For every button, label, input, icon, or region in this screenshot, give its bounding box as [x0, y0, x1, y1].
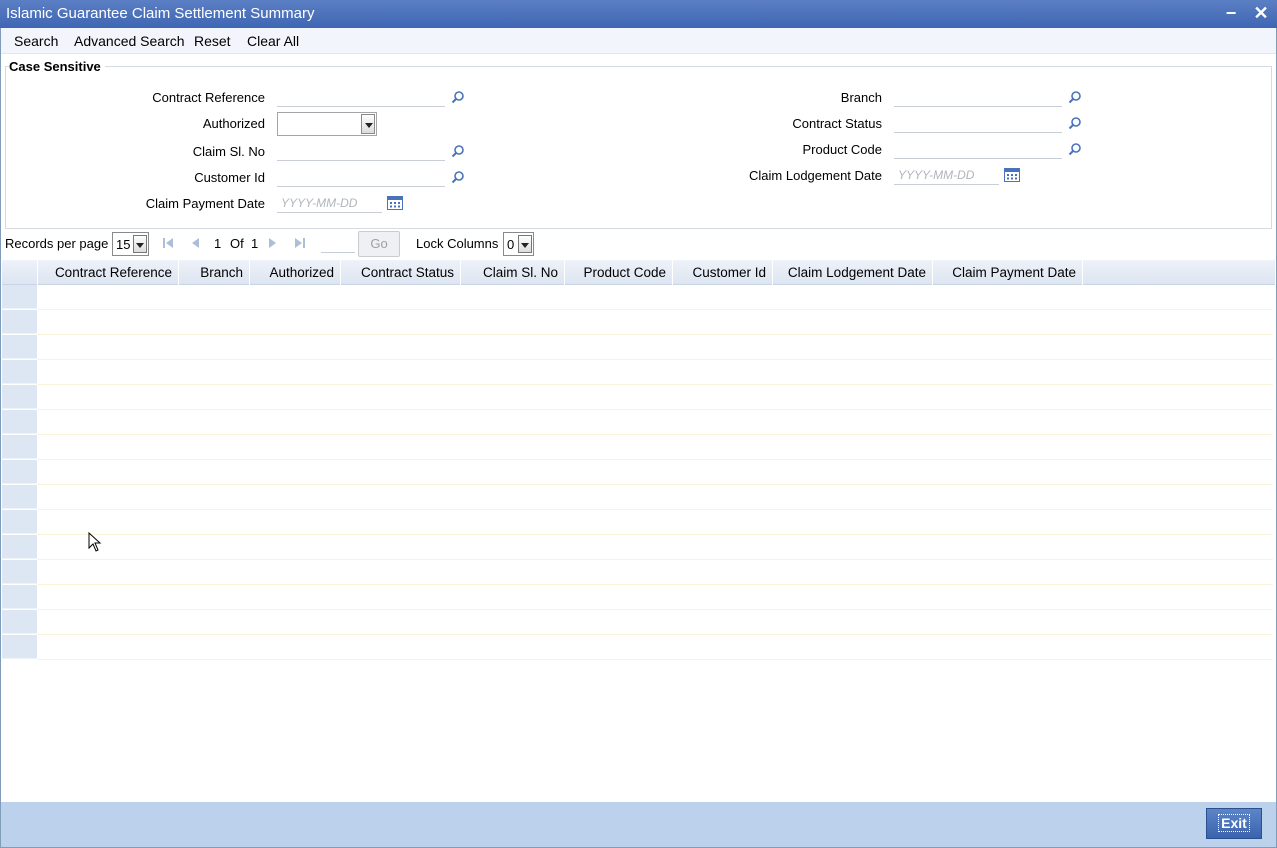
- row-selector[interactable]: [2, 460, 37, 484]
- row-selector[interactable]: [2, 335, 37, 359]
- row-selector[interactable]: [2, 285, 37, 309]
- column-header-authorized[interactable]: Authorized: [250, 260, 341, 285]
- authorized-label: Authorized: [202, 116, 265, 131]
- row-selector[interactable]: [2, 410, 37, 434]
- claim-sl-no-label: Claim Sl. No: [192, 144, 265, 159]
- row-selector[interactable]: [2, 485, 37, 509]
- contract-status-lookup-icon[interactable]: [1068, 116, 1082, 130]
- row-selector[interactable]: [2, 635, 37, 659]
- contract-status-label: Contract Status: [792, 116, 882, 131]
- advanced-search-menu-item[interactable]: Advanced Search: [74, 33, 185, 49]
- table-row[interactable]: [37, 585, 1273, 610]
- table-row[interactable]: [37, 635, 1273, 660]
- chevron-down-icon: [133, 235, 147, 253]
- reset-menu-item[interactable]: Reset: [194, 33, 231, 49]
- product-code-input[interactable]: [894, 139, 1062, 159]
- table-row[interactable]: [37, 535, 1273, 560]
- goto-page-input[interactable]: [321, 233, 355, 253]
- contract-reference-lookup-icon[interactable]: [451, 90, 465, 104]
- row-selector[interactable]: [2, 310, 37, 334]
- row-select-header[interactable]: [2, 260, 38, 285]
- claim-lodgement-date-label: Claim Lodgement Date: [749, 168, 882, 183]
- table-row[interactable]: [37, 360, 1273, 385]
- chevron-down-icon: [518, 235, 532, 253]
- row-selector[interactable]: [2, 535, 37, 559]
- results-grid-header: Contract Reference Branch Authorized Con…: [2, 260, 1275, 285]
- table-row[interactable]: [37, 335, 1273, 360]
- product-code-lookup-icon[interactable]: [1068, 142, 1082, 156]
- records-per-page-select[interactable]: 15: [112, 232, 149, 256]
- row-selector[interactable]: [2, 385, 37, 409]
- contract-reference-label: Contract Reference: [152, 90, 265, 105]
- table-row[interactable]: [37, 435, 1273, 460]
- chevron-down-icon: [361, 114, 375, 134]
- table-row[interactable]: [37, 385, 1273, 410]
- customer-id-input[interactable]: [277, 167, 445, 187]
- lock-columns-value: 0: [507, 237, 515, 252]
- claim-payment-date-calendar-icon[interactable]: [387, 196, 403, 210]
- last-page-icon[interactable]: [294, 237, 306, 249]
- branch-lookup-icon[interactable]: [1068, 90, 1082, 104]
- column-header-claim-sl-no[interactable]: Claim Sl. No: [461, 260, 565, 285]
- case-sensitive-legend: Case Sensitive: [9, 59, 105, 74]
- column-header-claim-payment-date[interactable]: Claim Payment Date: [933, 260, 1083, 285]
- table-row[interactable]: [37, 560, 1273, 585]
- table-row[interactable]: [37, 485, 1273, 510]
- minimize-button[interactable]: −: [1221, 0, 1241, 28]
- table-row[interactable]: [37, 410, 1273, 435]
- total-pages: 1: [251, 236, 259, 251]
- contract-status-input[interactable]: [894, 113, 1062, 133]
- customer-id-lookup-icon[interactable]: [451, 170, 465, 184]
- window-title: Islamic Guarantee Claim Settlement Summa…: [6, 5, 315, 22]
- of-label: Of: [230, 236, 244, 251]
- row-selector[interactable]: [2, 360, 37, 384]
- customer-id-label: Customer Id: [194, 170, 265, 185]
- next-page-icon[interactable]: [267, 237, 279, 249]
- lock-columns-select[interactable]: 0: [503, 232, 534, 256]
- claim-sl-no-lookup-icon[interactable]: [451, 144, 465, 158]
- search-menu-item[interactable]: Search: [14, 33, 58, 49]
- mouse-cursor-icon: [88, 532, 102, 552]
- table-row[interactable]: [37, 610, 1273, 635]
- authorized-select[interactable]: [277, 112, 377, 136]
- branch-input[interactable]: [894, 87, 1062, 107]
- claim-payment-date-label: Claim Payment Date: [145, 196, 265, 211]
- table-row[interactable]: [37, 510, 1273, 535]
- contract-reference-input[interactable]: [277, 87, 445, 107]
- branch-label: Branch: [840, 90, 882, 105]
- current-page: 1: [214, 236, 222, 251]
- go-button[interactable]: Go: [358, 231, 400, 257]
- claim-payment-date-input[interactable]: YYYY-MM-DD: [277, 193, 382, 213]
- row-selector[interactable]: [2, 435, 37, 459]
- column-header-contract-status[interactable]: Contract Status: [341, 260, 461, 285]
- product-code-label: Product Code: [802, 142, 883, 157]
- row-selector[interactable]: [2, 585, 37, 609]
- row-selector[interactable]: [2, 510, 37, 534]
- previous-page-icon[interactable]: [189, 237, 201, 249]
- table-row[interactable]: [37, 460, 1273, 485]
- column-header-claim-lodgement-date[interactable]: Claim Lodgement Date: [773, 260, 933, 285]
- claim-lodgement-date-input[interactable]: YYYY-MM-DD: [894, 165, 999, 185]
- column-header-contract-reference[interactable]: Contract Reference: [38, 260, 179, 285]
- lock-columns-label: Lock Columns: [416, 236, 499, 251]
- table-row[interactable]: [37, 310, 1273, 335]
- claim-sl-no-input[interactable]: [277, 141, 445, 161]
- window-titlebar: Islamic Guarantee Claim Settlement Summa…: [0, 0, 1277, 28]
- column-header-customer-id[interactable]: Customer Id: [673, 260, 773, 285]
- column-header-product-code[interactable]: Product Code: [565, 260, 673, 285]
- claim-lodgement-date-calendar-icon[interactable]: [1004, 168, 1020, 182]
- row-selector[interactable]: [2, 610, 37, 634]
- records-per-page-label: Records per page: [5, 236, 109, 251]
- footer-bar: [1, 802, 1276, 847]
- close-button[interactable]: ✕: [1251, 0, 1271, 28]
- exit-button[interactable]: Exit: [1206, 808, 1262, 839]
- column-header-branch[interactable]: Branch: [179, 260, 250, 285]
- menu-bar: Search Advanced Search Reset Clear All: [1, 28, 1276, 54]
- first-page-icon[interactable]: [162, 237, 174, 249]
- row-selector[interactable]: [2, 560, 37, 584]
- table-row[interactable]: [37, 285, 1273, 310]
- exit-button-label: Exit: [1218, 814, 1250, 832]
- records-per-page-value: 15: [116, 237, 131, 252]
- clear-all-menu-item[interactable]: Clear All: [247, 33, 299, 49]
